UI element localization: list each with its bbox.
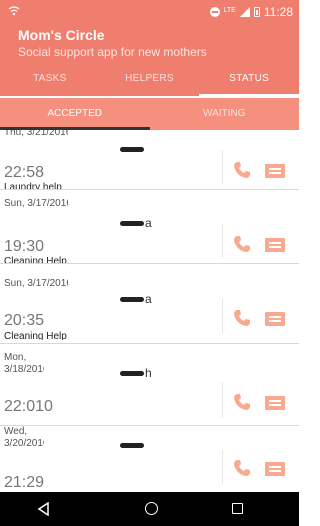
network-type: LTE bbox=[223, 6, 236, 14]
battery-icon bbox=[253, 7, 260, 17]
message-icon[interactable] bbox=[265, 164, 285, 178]
list-item[interactable]: Thu, 3/21/2016 22:58 Laundry help bbox=[0, 130, 299, 190]
task-date: Sun, 3/17/2016 bbox=[4, 278, 68, 289]
phone-icon[interactable] bbox=[232, 458, 252, 478]
status-subtabs: ACCEPTED WAITING bbox=[0, 98, 299, 130]
task-date: Mon, 3/18/2016 bbox=[4, 352, 44, 375]
app-bar: Mom's Circle Social support app for new … bbox=[0, 24, 299, 64]
list-item[interactable]: Sun, 3/17/2016 a 20:35 Cleaning Help bbox=[0, 274, 299, 344]
helper-name: a bbox=[120, 216, 152, 230]
phone-icon[interactable] bbox=[232, 392, 252, 412]
task-type: Cleaning Help bbox=[4, 331, 67, 340]
do-not-disturb-icon bbox=[209, 7, 220, 17]
subtab-accepted[interactable]: ACCEPTED bbox=[0, 98, 150, 130]
divider bbox=[222, 150, 223, 184]
clock: 11:28 bbox=[263, 5, 293, 19]
list-item[interactable]: Wed, 3/20/2016 21:29 bbox=[0, 426, 299, 492]
redacted-name bbox=[120, 297, 144, 303]
signal-icon bbox=[239, 7, 250, 17]
tab-status[interactable]: STATUS bbox=[199, 64, 300, 96]
list-item[interactable]: Sun, 3/17/2016 a 19:30 Cleaning Help bbox=[0, 194, 299, 264]
divider bbox=[222, 450, 223, 484]
helper-name bbox=[120, 142, 145, 156]
home-icon[interactable] bbox=[145, 502, 158, 515]
phone-icon[interactable] bbox=[232, 308, 252, 328]
phone-icon[interactable] bbox=[232, 160, 252, 180]
status-bar: LTE 11:28 bbox=[0, 0, 299, 24]
redacted-name bbox=[120, 371, 144, 377]
message-icon[interactable] bbox=[265, 462, 285, 476]
task-time: 22:58 bbox=[4, 164, 45, 181]
message-icon[interactable] bbox=[265, 396, 285, 410]
task-type: Cleaning Help bbox=[4, 256, 67, 264]
task-time: 19:30 bbox=[4, 238, 45, 255]
redacted-name bbox=[120, 221, 144, 227]
task-type: Laundry help bbox=[4, 182, 62, 190]
task-time: 22:010 bbox=[4, 398, 53, 415]
divider bbox=[222, 382, 223, 418]
task-date: Wed, 3/20/2016 bbox=[4, 426, 44, 449]
redacted-name bbox=[120, 443, 144, 449]
divider bbox=[222, 224, 223, 258]
helper-name bbox=[120, 438, 145, 452]
tab-helpers[interactable]: HELPERS bbox=[100, 64, 200, 96]
divider bbox=[222, 299, 223, 333]
task-time: 21:29 bbox=[4, 474, 45, 491]
tab-tasks[interactable]: TASKS bbox=[0, 64, 100, 96]
app-subtitle: Social support app for new mothers bbox=[18, 45, 207, 59]
main-tabs: TASKS HELPERS STATUS bbox=[0, 64, 300, 96]
app-title: Mom's Circle bbox=[18, 27, 105, 43]
phone-icon[interactable] bbox=[232, 234, 252, 254]
task-date: Sun, 3/17/2016 bbox=[4, 198, 68, 209]
recents-icon[interactable] bbox=[232, 503, 243, 514]
message-icon[interactable] bbox=[265, 238, 285, 252]
wifi-icon bbox=[8, 6, 20, 16]
helper-name: a bbox=[120, 292, 152, 306]
message-icon[interactable] bbox=[265, 312, 285, 326]
back-icon[interactable] bbox=[37, 502, 51, 516]
task-time: 20:35 bbox=[4, 312, 45, 329]
task-list[interactable]: Thu, 3/21/2016 22:58 Laundry help Sun, 3… bbox=[0, 130, 299, 492]
list-item[interactable]: Mon, 3/18/2016 h 22:010 bbox=[0, 346, 299, 426]
task-date: Thu, 3/21/2016 bbox=[4, 130, 68, 138]
system-nav-bar bbox=[0, 492, 299, 526]
subtab-waiting[interactable]: WAITING bbox=[150, 98, 300, 130]
redacted-name bbox=[120, 147, 144, 153]
helper-name: h bbox=[120, 366, 152, 380]
